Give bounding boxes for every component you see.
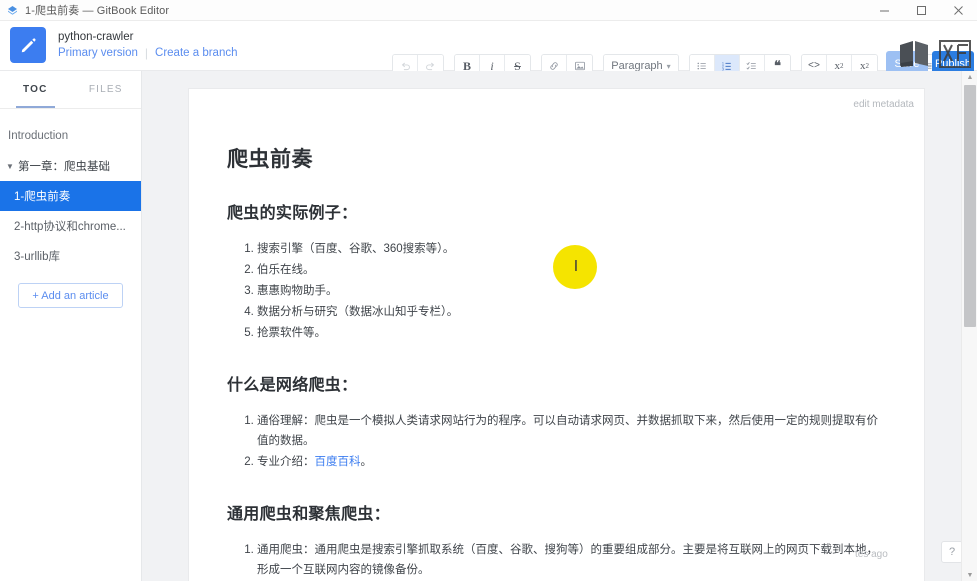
scroll-down-arrow-icon[interactable]: ▼ — [962, 569, 977, 581]
pencil-icon[interactable] — [10, 27, 46, 63]
document-page[interactable]: edit metadata 爬虫前奏 爬虫的实际例子： 搜索引擎（百度、谷歌、3… — [189, 89, 924, 581]
sidebar-item-article-2[interactable]: 2-http协议和chrome... — [0, 211, 141, 241]
sidebar-item-chapter-1[interactable]: ▼ 第一章：爬虫基础 — [0, 151, 141, 181]
sidebar: TOC FILES Introduction ▼ 第一章：爬虫基础 1-爬虫前奏… — [0, 71, 142, 581]
list-item: 数据分析与研究（数据冰山知乎专栏）。 — [257, 302, 886, 322]
sidebar-item-article-3[interactable]: 3-urllib库 — [0, 241, 141, 271]
window-title: 1-爬虫前奏 — GitBook Editor — [25, 2, 169, 18]
tab-toc[interactable]: TOC — [0, 71, 71, 108]
add-article-button[interactable]: + Add an article — [18, 283, 123, 308]
repo-brand: python-crawler Primary version | Create … — [10, 27, 237, 63]
list-item: 抢票软件等。 — [257, 323, 886, 343]
section-list: 通俗理解：爬虫是一个模拟人类请求网站行为的程序。可以自动请求网页、并数据抓取下来… — [227, 411, 886, 472]
scrollbar-thumb[interactable] — [964, 85, 976, 327]
maximize-button[interactable] — [903, 0, 940, 21]
separator: | — [145, 46, 148, 60]
list-item-suffix: 。 — [361, 456, 373, 468]
repo-name: python-crawler — [58, 30, 237, 44]
scroll-up-arrow-icon[interactable]: ▲ — [962, 71, 977, 83]
gitbook-editor-window: 1-爬虫前奏 — GitBook Editor python-crawle — [0, 0, 977, 581]
chevron-down-icon: ▾ — [667, 62, 671, 71]
document-body[interactable]: 爬虫前奏 爬虫的实际例子： 搜索引擎（百度、谷歌、360搜索等）。 伯乐在线。 … — [189, 89, 924, 581]
sidebar-tabs: TOC FILES — [0, 71, 141, 109]
close-button[interactable] — [940, 0, 977, 21]
sidebar-item-label: 3-urllib库 — [14, 248, 60, 264]
baidu-baike-link[interactable]: 百度百科 — [315, 456, 361, 468]
list-item: 专业介绍：百度百科。 — [257, 452, 886, 472]
sidebar-item-introduction[interactable]: Introduction — [0, 121, 141, 151]
sidebar-item-label: 1-爬虫前奏 — [14, 188, 70, 204]
help-button[interactable]: ? — [941, 541, 963, 563]
window-controls — [866, 0, 977, 21]
document-section-2: 什么是网络爬虫： 通俗理解：爬虫是一个模拟人类请求网站行为的程序。可以自动请求网… — [227, 371, 886, 472]
section-heading: 通用爬虫和聚焦爬虫： — [227, 500, 886, 524]
create-branch-link[interactable]: Create a branch — [155, 46, 237, 60]
section-heading: 爬虫的实际例子： — [227, 199, 886, 223]
tab-files[interactable]: FILES — [71, 71, 142, 108]
saved-timestamp: tes ago — [855, 549, 888, 560]
sidebar-item-article-1[interactable]: 1-爬虫前奏 — [0, 181, 141, 211]
app-header: python-crawler Primary version | Create … — [0, 21, 977, 71]
edit-metadata-link[interactable]: edit metadata — [853, 99, 914, 110]
page-title: 爬虫前奏 — [227, 143, 886, 173]
list-item: 通俗理解：爬虫是一个模拟人类请求网站行为的程序。可以自动请求网页、并数据抓取下来… — [257, 411, 886, 451]
repo-subline: Primary version | Create a branch — [58, 46, 237, 60]
section-list: 通用爬虫：通用爬虫是搜索引擎抓取系统（百度、谷歌、搜狗等）的重要组成部分。主要是… — [227, 540, 886, 581]
repo-info: python-crawler Primary version | Create … — [58, 30, 237, 60]
primary-version-link[interactable]: Primary version — [58, 46, 138, 60]
vertical-scrollbar[interactable]: ▲ ▼ — [961, 71, 977, 581]
table-of-contents: Introduction ▼ 第一章：爬虫基础 1-爬虫前奏 2-http协议和… — [0, 109, 141, 308]
list-item: 通用爬虫：通用爬虫是搜索引擎抓取系统（百度、谷歌、搜狗等）的重要组成部分。主要是… — [257, 540, 886, 580]
gitbook-diamond-icon — [7, 5, 18, 16]
sidebar-item-label: 2-http协议和chrome... — [14, 218, 126, 234]
sidebar-item-label: 第一章：爬虫基础 — [18, 158, 110, 174]
document-section-3: 通用爬虫和聚焦爬虫： 通用爬虫：通用爬虫是搜索引擎抓取系统（百度、谷歌、搜狗等）… — [227, 500, 886, 581]
text-cursor-icon: I — [573, 258, 579, 275]
list-item-text: 专业介绍： — [257, 456, 315, 468]
sidebar-item-label: Introduction — [8, 130, 68, 142]
minimize-button[interactable] — [866, 0, 903, 21]
section-heading: 什么是网络爬虫： — [227, 371, 886, 395]
title-bar: 1-爬虫前奏 — GitBook Editor — [0, 0, 977, 21]
chevron-down-icon[interactable]: ▼ — [6, 162, 18, 171]
editor-canvas: edit metadata 爬虫前奏 爬虫的实际例子： 搜索引擎（百度、谷歌、3… — [142, 71, 977, 581]
